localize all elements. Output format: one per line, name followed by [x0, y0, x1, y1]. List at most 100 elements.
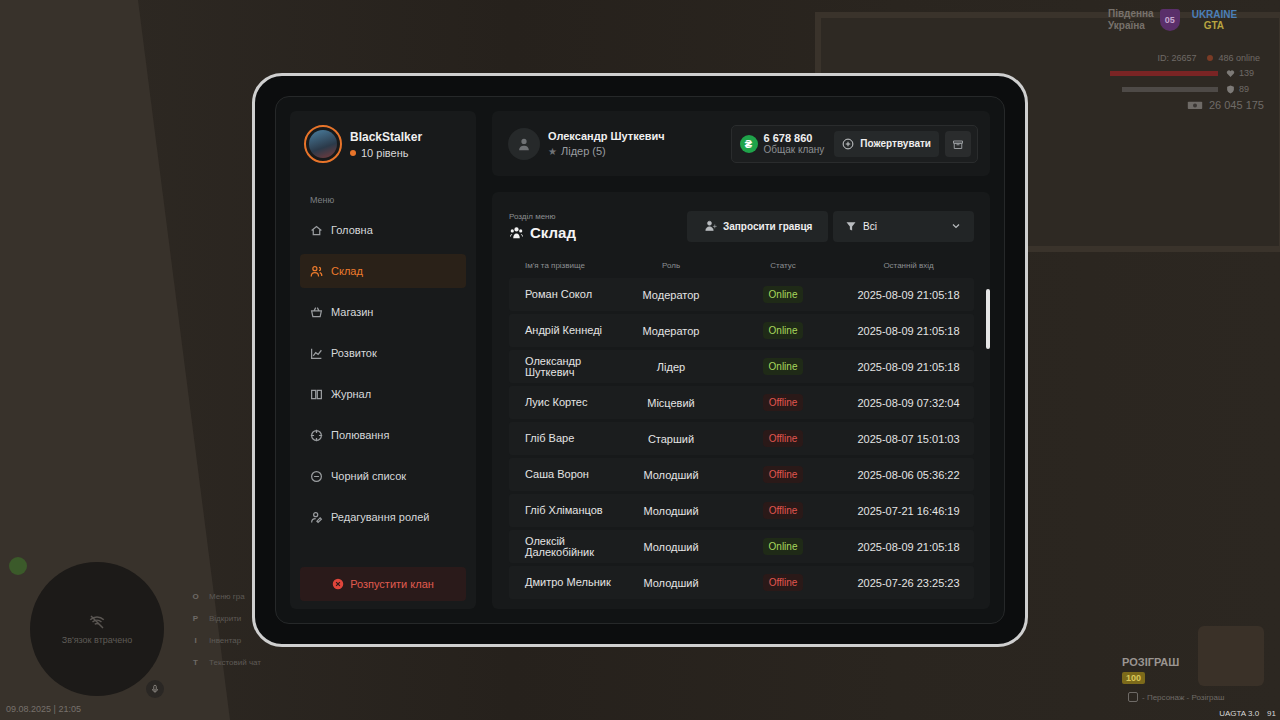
hotkey-label: Інвентар [209, 636, 241, 645]
basket-icon [310, 306, 323, 319]
sidebar-item[interactable]: Полювання [300, 418, 466, 452]
last-login-cell: 2025-08-09 21:05:18 [843, 361, 974, 373]
no-signal-icon [88, 613, 106, 631]
invite-button[interactable]: Запросити гравця [687, 211, 828, 242]
server-name: ПівденнаУкраїна [1108, 8, 1154, 32]
last-login-cell: 2025-08-09 21:05:18 [843, 541, 974, 553]
member-name-cell: Гліб Хліманцов [509, 505, 619, 516]
server-logo: UKRAINEGTA [1192, 9, 1238, 31]
status-cell: Offline [723, 502, 843, 519]
table-row[interactable]: Дмитро МельникМолодшийOffline2025-07-26 … [509, 566, 974, 599]
column-header: Ім'я та прізвище [509, 261, 619, 270]
fps-counter: 91 [1267, 709, 1276, 718]
user-plus-icon [705, 220, 717, 232]
sidebar-item-label: Склад [331, 265, 363, 277]
filter-dropdown[interactable]: Всі [833, 211, 974, 242]
sidebar-item-label: Чорний список [331, 470, 406, 482]
hotkey: TТекстовий чат [190, 655, 261, 670]
player-stats: ID: 26657486 online1398926 045 175 [1104, 53, 1276, 111]
star-icon: ★ [548, 146, 557, 157]
health-value: 139 [1239, 68, 1254, 78]
funnel-icon [845, 220, 857, 232]
storage-button[interactable] [945, 131, 971, 157]
microphone-icon [146, 680, 164, 698]
level-dot-icon [350, 150, 356, 156]
book-icon [310, 388, 323, 401]
hotkey-key: I [190, 636, 201, 645]
box-icon [952, 138, 964, 150]
table-row[interactable]: Роман СоколМодераторOnline2025-08-09 21:… [509, 278, 974, 311]
table-row[interactable]: Луис КортесМісцевийOffline2025-08-09 07:… [509, 386, 974, 419]
game-screen: ПівденнаУкраїна05UKRAINEGTA ID: 26657486 … [0, 0, 1280, 720]
heart-icon [1226, 69, 1235, 78]
server-badge: ПівденнаУкраїна05UKRAINEGTA [1108, 8, 1237, 32]
hotkey: O Меню гра [190, 589, 261, 604]
shield-icon [1226, 85, 1235, 94]
sidebar-item[interactable]: Головна [300, 213, 466, 247]
sidebar-item[interactable]: Редагування ролей [300, 500, 466, 534]
armor-bar [1122, 87, 1218, 92]
hotkey-key: O [190, 592, 201, 601]
role-cell: Місцевий [619, 397, 723, 409]
hotkey-label: Меню гра [209, 592, 245, 601]
last-login-cell: 2025-08-09 21:05:18 [843, 325, 974, 337]
sidebar-item[interactable]: Чорний список [300, 459, 466, 493]
sidebar-item[interactable]: Розвиток [300, 336, 466, 370]
table-body: Роман СоколМодераторOnline2025-08-09 21:… [509, 278, 974, 603]
member-rank: ★Лідер (5) [548, 145, 665, 157]
status-cell: Offline [723, 574, 843, 591]
role-cell: Молодший [619, 505, 723, 517]
table-row[interactable]: Андрій КеннедіМодераторOnline2025-08-09 … [509, 314, 974, 347]
online-dot-icon [1207, 55, 1213, 61]
avatar [304, 125, 342, 163]
sidebar: BlackStalker10 рівеньМенюГоловнаСкладМаг… [290, 111, 476, 609]
hotkey-label: Відкрити [209, 614, 241, 623]
status-cell: Online [723, 286, 843, 303]
chevron-down-icon [950, 220, 962, 232]
version-info: UAGTA 3.0 91 [1219, 709, 1276, 718]
status-badge: Online [763, 538, 804, 555]
table-row[interactable]: Гліб ХліманцовМолодшийOffline2025-07-21 … [509, 494, 974, 527]
table-row[interactable]: Олексій ДалекобійникМолодшийOnline2025-0… [509, 530, 974, 563]
main-area: Олександр Шуткевич★Лідер (5)₴6 678 860Об… [492, 111, 990, 609]
avatar-picture [309, 130, 337, 158]
sidebar-item[interactable]: Склад [300, 254, 466, 288]
id-row: ID: 26657486 online [1104, 53, 1276, 63]
hotkey-key: P [190, 614, 201, 623]
sidebar-item[interactable]: Магазин [300, 295, 466, 329]
last-login-cell: 2025-07-21 16:46:19 [843, 505, 974, 517]
table-row[interactable]: Саша ВоронМолодший Offline 2025-08-06 05:3… [509, 458, 974, 491]
role-cell: Молодший [619, 577, 723, 589]
money-icon [1187, 100, 1203, 110]
last-login-cell: 2025-08-07 15:01:03 [843, 433, 974, 445]
minus-circle-icon [310, 470, 323, 483]
member-card: Олександр Шуткевич★Лідер (5)₴6 678 860Об… [492, 111, 990, 176]
table-header: Ім'я та прізвищеРольСтатусОстанній вхід [509, 256, 974, 274]
member-name-cell: Гліб Варе [509, 433, 619, 444]
chart-icon [310, 347, 323, 360]
table-row[interactable]: Олександр ШуткевичЛідерOnline2025-08-09 … [509, 350, 974, 383]
user-edit-icon [310, 511, 323, 524]
disband-button[interactable]: Розпустити клан [300, 567, 466, 601]
hotkey: P Відкрити [190, 611, 261, 626]
tablet: BlackStalker10 рівеньМенюГоловнаСкладМаг… [252, 73, 1028, 647]
panel-header: Розділ менюСкладЗапросити гравцяВсі [509, 210, 974, 242]
status-badge: Offline [763, 466, 804, 483]
version-label: UAGTA 3.0 [1219, 709, 1259, 718]
home-icon [310, 224, 323, 237]
giveaway-widget[interactable]: РОЗІГРАШ100- Персонаж - Розіграш [1118, 622, 1278, 708]
donate-button[interactable]: Пожертвувати [834, 131, 939, 157]
scrollbar[interactable] [986, 289, 990, 349]
member-name-cell: Саша Ворон [509, 469, 619, 480]
last-login-cell: 2025-08-06 05:36:22 [843, 469, 974, 481]
table-row[interactable]: Гліб ВареСтарший Offline 2025-08-07 15:01:… [509, 422, 974, 455]
column-header: Статус [723, 261, 843, 270]
sidebar-item[interactable]: Журнал [300, 377, 466, 411]
tablet-screen: BlackStalker10 рівеньМенюГоловнаСкладМаг… [275, 96, 1005, 624]
status-badge: Offline [763, 430, 804, 447]
role-cell: Молодший [619, 469, 723, 481]
role-cell: Старший [619, 433, 723, 445]
status-cell: Online [723, 538, 843, 555]
giveaway-caption: - Персонаж - Розіграш [1128, 692, 1224, 702]
logo-line: GTA [1192, 20, 1238, 31]
